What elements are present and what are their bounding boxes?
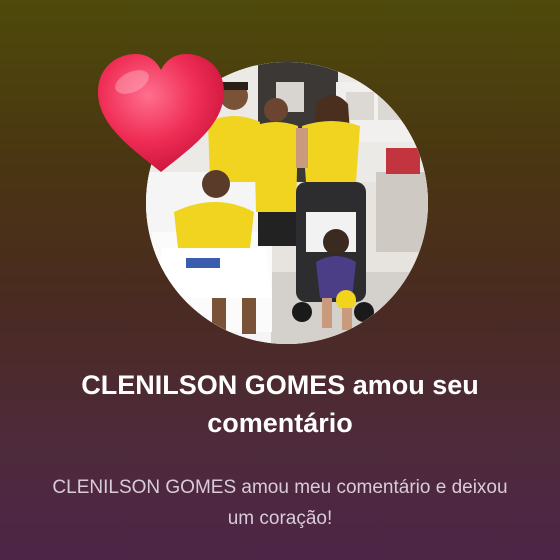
notification-title: CLENILSON GOMES amou seu comentário <box>81 370 479 438</box>
notification-message: CLENILSON GOMES amou meu comentário e de… <box>52 477 508 529</box>
love-reaction-notification-card[interactable]: CLENILSON GOMES amou seu comentário CLEN… <box>0 0 560 560</box>
heart-icon <box>98 54 224 172</box>
